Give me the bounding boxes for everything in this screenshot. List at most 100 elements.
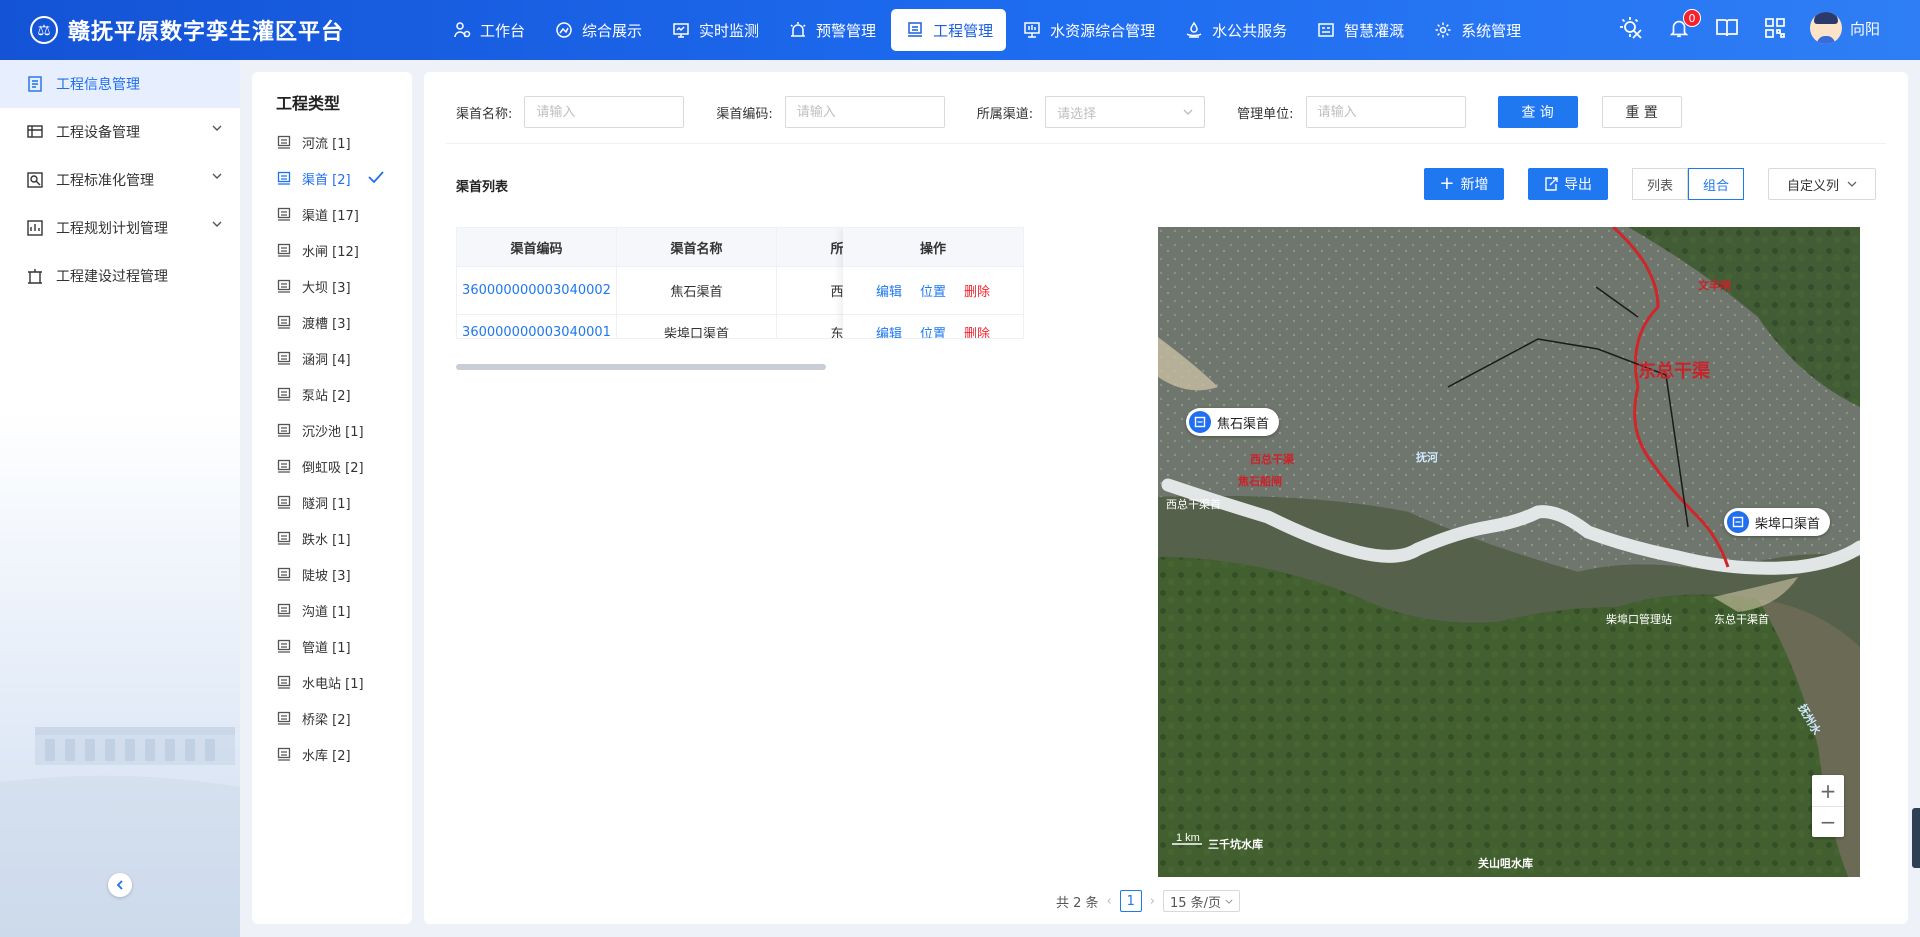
type-item-6[interactable]: 涵洞 [4] (252, 340, 412, 376)
nav-item-5[interactable]: 水资源综合管理 (1008, 9, 1168, 51)
type-item-12[interactable]: 陡坡 [3] (252, 556, 412, 592)
type-item-4[interactable]: 大坝 [3] (252, 268, 412, 304)
type-item-13[interactable]: 沟道 [1] (252, 592, 412, 628)
view-combo-button[interactable]: 组合 (1687, 168, 1744, 200)
notification-bell-icon[interactable]: 0 (1666, 9, 1701, 41)
table-horizontal-scrollbar[interactable] (456, 364, 826, 370)
sidebar-item-label: 工程规划计划管理 (56, 221, 168, 237)
steep-slope-icon (277, 567, 291, 581)
query-button[interactable]: 查 询 (1497, 96, 1578, 128)
weather-icon[interactable] (1618, 15, 1644, 41)
type-item-2[interactable]: 渠道 [17] (252, 196, 412, 232)
head-code-link[interactable]: 360000000003040002 (457, 267, 617, 314)
delete-link[interactable]: 删除 (964, 323, 990, 338)
map-label-sanqiankeng: 三千坑水库 (1208, 837, 1263, 851)
type-item-7[interactable]: 泵站 [2] (252, 376, 412, 412)
nav-item-7[interactable]: 智慧灌溉 (1302, 9, 1417, 51)
pipe-icon (277, 639, 291, 653)
nav-item-3[interactable]: 预警管理 (774, 9, 889, 51)
type-item-0[interactable]: 河流 [1] (252, 124, 412, 160)
map-label-east-canal: 东总干渠 (1638, 360, 1710, 381)
reset-button[interactable]: 重 置 (1601, 96, 1682, 128)
export-button[interactable]: 导出 (1527, 168, 1608, 200)
filter-name-label: 渠首名称: (456, 106, 513, 122)
sidebar-item-3[interactable]: 工程规划计划管理 (0, 204, 240, 252)
sidebar-item-1[interactable]: 工程设备管理 (0, 108, 240, 156)
nav-item-0[interactable]: 工作台 (438, 9, 538, 51)
locate-link[interactable]: 位置 (920, 281, 946, 300)
nav-item-1[interactable]: 综合展示 (540, 9, 655, 51)
delete-link[interactable]: 删除 (964, 281, 990, 300)
user-menu[interactable]: 向阳 (1809, 12, 1880, 44)
locate-link[interactable]: 位置 (920, 323, 946, 338)
head-name-cell: 柴埠口渠首 (617, 315, 777, 338)
add-button-label: 新增 (1460, 177, 1489, 193)
type-item-15[interactable]: 水电站 [1] (252, 664, 412, 700)
edit-link[interactable]: 编辑 (876, 281, 902, 300)
map-label-west-canal: 西总干渠 (1250, 452, 1295, 466)
page-number[interactable]: 1 (1119, 890, 1142, 912)
view-mode-toggle: 列表 组合 (1631, 168, 1744, 200)
canal-select[interactable]: 请选择 (1045, 96, 1206, 128)
type-item-14[interactable]: 管道 [1] (252, 628, 412, 664)
nav-item-6[interactable]: 水公共服务 (1170, 9, 1300, 51)
type-item-11[interactable]: 跌水 [1] (252, 520, 412, 556)
sidebar-item-2[interactable]: 工程标准化管理 (0, 156, 240, 204)
app-logo[interactable]: ⚖ 赣抚平原数字孪生灌区平台 (30, 14, 344, 46)
channel-icon (277, 207, 291, 221)
type-item-16[interactable]: 桥梁 [2] (252, 700, 412, 736)
settings-icon (1432, 19, 1454, 41)
pump-station-icon (277, 387, 291, 401)
filter-divider (446, 143, 1886, 144)
project-type-panel: 工程类型 河流 [1] 渠首 [2] 渠道 [17] 水闸 [12] 大坝 [3] 渡槽 … (252, 72, 412, 924)
inverted-siphon-icon (277, 459, 291, 473)
map-marker-jiaoshi[interactable]: 焦石渠首 (1186, 408, 1280, 436)
warning-icon (787, 19, 809, 41)
sidebar-item-4[interactable]: 工程建设过程管理 (0, 252, 240, 300)
page-size-select[interactable]: 15 条/页 (1162, 890, 1241, 912)
map-canvas[interactable]: 抚河 焦石船闸 西总干渠 文丰闸 抚州水 关山咀水库 三千坑水库 东总干渠 西总… (1158, 227, 1860, 877)
head-code-link[interactable]: 360000000003040001 (457, 315, 617, 338)
column-header-code[interactable]: 渠首编码 (457, 228, 617, 266)
nav-item-2[interactable]: 实时监测 (657, 9, 772, 51)
type-item-label: 渡槽 [3] (302, 316, 351, 332)
type-item-5[interactable]: 渡槽 [3] (252, 304, 412, 340)
hydropower-icon (277, 675, 291, 689)
zoom-in-button[interactable]: + (1812, 775, 1844, 806)
type-item-9[interactable]: 倒虹吸 [2] (252, 448, 412, 484)
qrcode-icon[interactable] (1762, 15, 1788, 41)
prev-page-icon[interactable]: ‹ (1107, 894, 1112, 909)
next-page-icon[interactable]: › (1150, 894, 1155, 909)
type-item-17[interactable]: 水库 [2] (252, 736, 412, 772)
add-button[interactable]: + 新增 (1423, 168, 1504, 200)
management-unit-input[interactable] (1305, 96, 1466, 128)
chevron-down-icon (212, 173, 222, 179)
sidebar-collapse-button[interactable] (108, 873, 132, 897)
sidebar-item-0[interactable]: 工程信息管理 (0, 60, 240, 108)
chevron-down-icon (1225, 899, 1233, 904)
edit-link[interactable]: 编辑 (876, 323, 902, 338)
view-list-button[interactable]: 列表 (1631, 168, 1688, 200)
satellite-map[interactable]: 抚河 焦石船闸 西总干渠 文丰闸 抚州水 关山咀水库 三千坑水库 东总干渠 西总… (1158, 227, 1860, 877)
nav-item-label: 预警管理 (816, 21, 877, 40)
filter-unit-label: 管理单位: (1237, 106, 1294, 122)
nav-item-4[interactable]: 工程管理 (891, 9, 1007, 51)
type-item-3[interactable]: 水闸 [12] (252, 232, 412, 268)
nav-item-8[interactable]: 系统管理 (1419, 9, 1534, 51)
type-item-label: 大坝 [3] (302, 280, 351, 296)
type-item-8[interactable]: 沉沙池 [1] (252, 412, 412, 448)
right-drawer-handle[interactable] (1912, 808, 1920, 868)
type-item-label: 泵站 [2] (302, 388, 351, 404)
head-name-input[interactable] (524, 96, 685, 128)
head-name-cell: 焦石渠首 (617, 267, 777, 314)
type-item-1[interactable]: 渠首 [2] (252, 160, 412, 196)
chevron-down-icon (1183, 109, 1193, 115)
zoom-out-button[interactable]: − (1812, 806, 1844, 837)
column-header-name[interactable]: 渠首名称 (617, 228, 777, 266)
custom-columns-button[interactable]: 自定义列 (1768, 168, 1876, 200)
head-code-input[interactable] (784, 96, 945, 128)
book-icon[interactable] (1714, 15, 1740, 41)
map-label-east-head: 东总干渠首 (1714, 612, 1769, 626)
map-marker-chaibukou[interactable]: 柴埠口渠首 (1724, 508, 1831, 536)
type-item-10[interactable]: 隧洞 [1] (252, 484, 412, 520)
